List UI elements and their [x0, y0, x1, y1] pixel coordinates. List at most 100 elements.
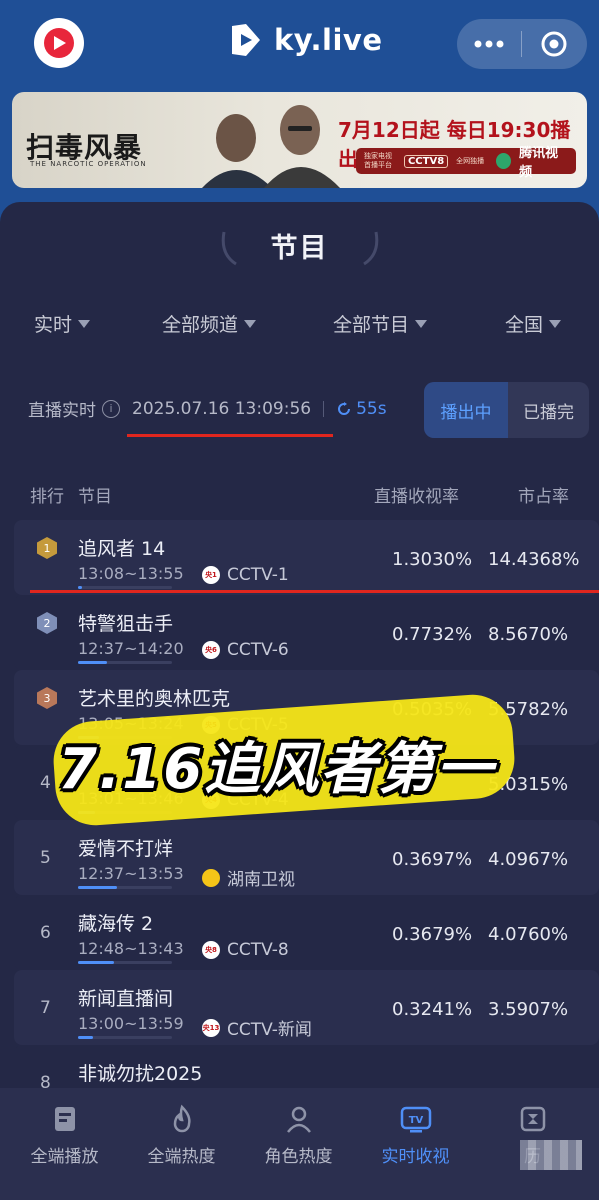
- share-value: 4.0967%: [488, 849, 569, 870]
- more-icon[interactable]: [457, 19, 521, 69]
- share-value: 8.5670%: [488, 624, 569, 645]
- info-icon[interactable]: i: [102, 399, 120, 418]
- filter-region[interactable]: 全国: [505, 310, 562, 337]
- channel-name: CCTV-8: [227, 940, 289, 960]
- partner-note: 独家电视首播平台: [364, 152, 392, 169]
- program-name: 艺术里的奥林匹克: [78, 688, 231, 710]
- caret-down-icon: [415, 319, 428, 328]
- svg-text:1: 1: [44, 542, 51, 555]
- filter-bar: 实时 全部频道 全部节目 全国: [0, 310, 599, 340]
- header-rating[interactable]: 直播收视率: [374, 482, 459, 507]
- progress-bar: [78, 661, 172, 664]
- table-row[interactable]: 6 藏海传 2 12:48~13:43 央8 CCTV-8 0.3679% 4.0760%: [14, 895, 599, 970]
- caret-down-icon: [244, 319, 257, 328]
- close-target-icon[interactable]: [522, 19, 586, 69]
- program-time: 12:48~13:43: [78, 939, 184, 958]
- progress-bar: [78, 886, 172, 889]
- channel-name: CCTV-6: [227, 640, 289, 660]
- channel-name: 湖南卫视: [227, 870, 295, 890]
- program-name: 非诚勿扰2025: [78, 1063, 203, 1085]
- progress-fill: [78, 961, 114, 964]
- tab-finished[interactable]: 已播完: [508, 382, 589, 438]
- filter-time-label: 实时: [34, 314, 73, 336]
- nav-play[interactable]: 全端播放: [6, 1102, 123, 1167]
- partner-note-2: 全网独播: [456, 156, 485, 165]
- laurel-right-icon: [363, 231, 379, 266]
- header-program: 节目: [78, 487, 112, 507]
- nav-realtime[interactable]: TV 实时收视: [357, 1102, 474, 1167]
- filter-region-label: 全国: [505, 314, 544, 336]
- filter-time[interactable]: 实时: [34, 310, 91, 337]
- program-name: 爱情不打烊: [78, 838, 174, 860]
- rank-number: 7: [40, 998, 51, 1018]
- filter-program[interactable]: 全部节目: [333, 310, 428, 337]
- app-logo-icon[interactable]: [34, 18, 84, 68]
- program-name: 特警狙击手: [78, 613, 174, 635]
- tab-on-air[interactable]: 播出中: [424, 382, 508, 438]
- channel: 湖南卫视: [202, 865, 295, 890]
- program-time: 12:37~13:53: [78, 864, 184, 883]
- program-name: 藏海传 2: [78, 913, 154, 935]
- promo-banner[interactable]: 扫毒风暴 THE NARCOTIC OPERATION 7月12日起 每日19:…: [12, 92, 587, 188]
- person-icon: [282, 1102, 316, 1136]
- share-value: 3.5907%: [488, 999, 569, 1020]
- channel-logo-icon: 央6: [202, 641, 220, 659]
- table-row[interactable]: 5 爱情不打烊 12:37~13:53 湖南卫视 0.3697% 4.0967%: [14, 820, 599, 895]
- channel: 央13 CCTV-新闻: [202, 1015, 312, 1040]
- caret-down-icon: [549, 319, 562, 328]
- header-rank: 排行: [30, 487, 64, 507]
- nav-role[interactable]: 角色热度: [240, 1102, 357, 1167]
- divider: [323, 400, 325, 417]
- channel-logo-icon: [202, 868, 220, 887]
- caret-down-icon: [78, 319, 91, 328]
- channel: 央8 CCTV-8: [202, 940, 289, 960]
- nav-play-label: 全端播放: [30, 1147, 99, 1167]
- rank-medal-icon: 1: [37, 537, 57, 559]
- rating-value: 0.3241%: [392, 999, 473, 1020]
- brand: ky.live: [228, 22, 383, 58]
- channel: 央6 CCTV-6: [202, 640, 289, 660]
- live-label: 直播实时: [28, 401, 96, 421]
- rank-number: 6: [40, 923, 51, 943]
- svg-text:2: 2: [44, 617, 51, 630]
- table-row[interactable]: 7 新闻直播间 13:00~13:59 央13 CCTV-新闻 0.3241% 3.5907…: [14, 970, 599, 1045]
- program-name: 追风者 14: [78, 538, 166, 560]
- red-line-annotation: [30, 590, 599, 593]
- brand-logo-icon: [232, 24, 260, 56]
- table-row[interactable]: 2 特警狙击手 12:37~14:20 央6 CCTV-6 0.7732% 8.5670%: [14, 595, 599, 670]
- refresh-countdown[interactable]: 55s: [336, 399, 387, 419]
- banner-partner-strip: 独家电视首播平台 CCTV8 全网独播 腾讯视频: [356, 146, 576, 180]
- table-row[interactable]: 1 追风者 14 13:08~13:55 央1 CCTV-1 1.3030% 14.4368…: [14, 520, 599, 595]
- channel-logo-icon: 央1: [202, 566, 220, 584]
- filter-program-label: 全部节目: [333, 314, 410, 336]
- nav-heat[interactable]: 全端热度: [123, 1102, 240, 1167]
- channel-logo-icon: 央13: [202, 1018, 220, 1037]
- cctv8-logo: CCTV8: [403, 154, 449, 168]
- rating-value: 1.3030%: [392, 549, 473, 570]
- progress-bar: [78, 961, 172, 964]
- brand-name: ky.live: [274, 23, 383, 57]
- program-time: 13:00~13:59: [78, 1014, 184, 1033]
- refresh-icon: [338, 401, 351, 415]
- filter-channel[interactable]: 全部频道: [162, 310, 257, 337]
- svg-text:TV: TV: [408, 1115, 423, 1126]
- refresh-seconds: 55s: [356, 398, 387, 419]
- live-status: 直播实时 i 2025.07.16 13:09:56 55s: [28, 396, 387, 422]
- rating-value: 0.3679%: [392, 924, 473, 945]
- nav-role-label: 角色热度: [264, 1147, 333, 1167]
- header-share[interactable]: 市占率: [518, 482, 569, 507]
- program-time: 13:08~13:55: [78, 564, 184, 583]
- actors-image: [202, 105, 340, 188]
- red-underline-annotation: [127, 434, 333, 437]
- channel-name: CCTV-1: [227, 565, 289, 585]
- filter-channel-label: 全部频道: [162, 314, 239, 336]
- platform-name: 腾讯视频: [519, 146, 559, 180]
- progress-fill: [78, 661, 108, 664]
- rating-value: 0.3697%: [392, 849, 473, 870]
- rank-number: 5: [40, 848, 51, 868]
- channel-logo-icon: 央8: [202, 941, 220, 959]
- progress-bar: [78, 1036, 172, 1039]
- nav-heat-label: 全端热度: [147, 1147, 216, 1167]
- top-bar: ky.live: [0, 0, 599, 86]
- channel-name: CCTV-新闻: [227, 1020, 312, 1040]
